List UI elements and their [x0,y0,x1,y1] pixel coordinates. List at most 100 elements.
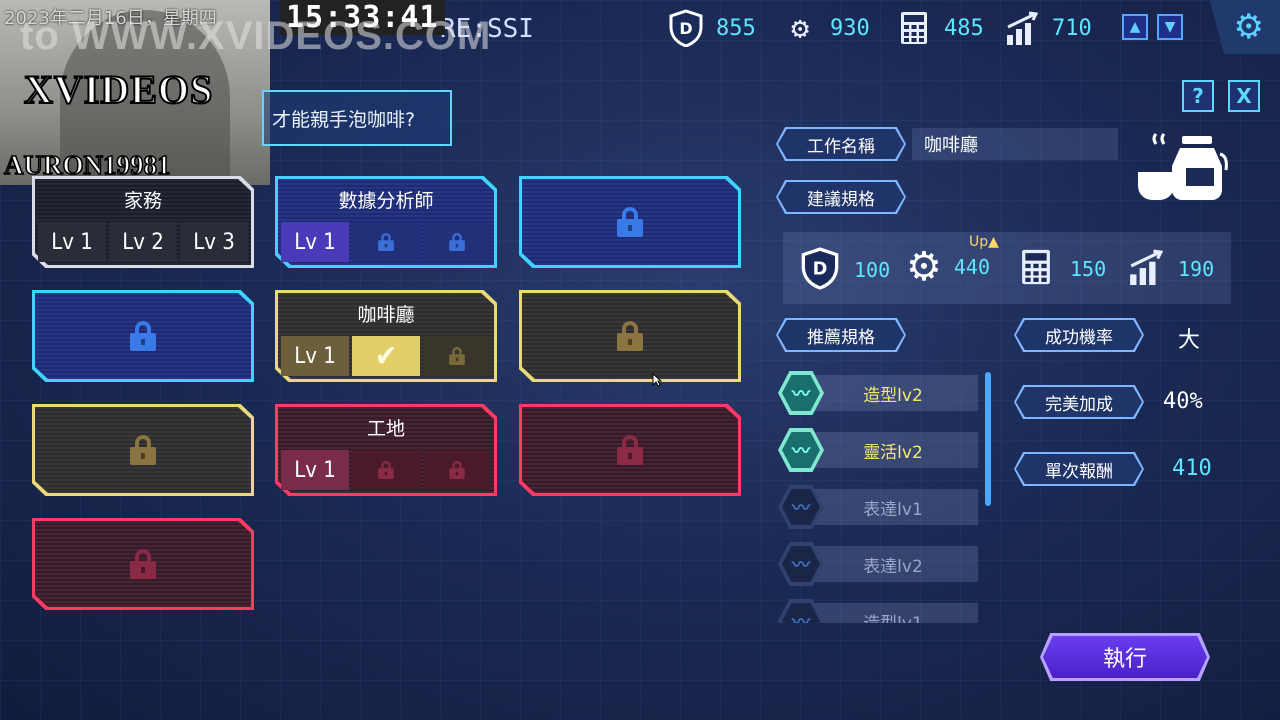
spec-calculator: 150 [1020,248,1106,290]
calculator-icon [1020,248,1052,290]
suggest-spec-tag: 建議規格 [776,180,906,214]
level-button-1[interactable]: Lv 1 [281,222,349,262]
lock-icon [617,321,643,351]
locked-level-2 [352,222,420,262]
locked-level-2 [352,450,420,490]
page-down-button[interactable]: ▼ [1157,14,1183,40]
gear-icon: ⚙ [790,10,810,46]
locked-level-3 [423,450,491,490]
signal-icon [1004,10,1040,46]
success-rate-label: 成功機率 [1016,320,1142,350]
success-rate-value: 大 [1178,328,1201,353]
level-button-1[interactable]: Lv 1 [281,450,349,490]
lock-icon [449,233,465,251]
job-card-construction[interactable]: 工地 Lv 1 [275,404,497,496]
page-up-button[interactable]: ▲ [1122,14,1148,40]
lock-icon [449,347,465,365]
help-button[interactable]: ? [1182,80,1214,112]
question-box: 才能親手泡咖啡? [262,90,452,146]
lock-icon [130,321,156,351]
stat-signal: 710 [1004,10,1092,46]
shield-icon: D [668,9,704,47]
stat-value-calculator: 485 [944,15,984,41]
level-button-3[interactable]: Lv 3 [180,222,248,262]
suggest-spec-label: 建議規格 [778,182,904,212]
skill-list-scrollbar[interactable] [985,372,991,506]
job-card-cafe[interactable]: 咖啡廳 Lv 1 ✔ [275,290,497,382]
execute-label: 執行 [1043,636,1207,678]
stat-gear: ⚙ 930 [782,10,870,46]
lock-icon [449,461,465,479]
single-reward-tag: 單次報酬 [1014,452,1144,486]
job-card-locked [519,404,741,496]
skill-item[interactable]: 表達lv1 〰 [778,485,978,529]
spec-value-signal: 190 [1178,257,1215,281]
lock-icon [617,207,643,237]
calculator-icon [896,10,932,46]
stat-value-signal: 710 [1052,15,1092,41]
spec-value-calculator: 150 [1070,257,1107,281]
spec-gear: ⚙ 440 [906,244,990,290]
job-card-locked [32,290,254,382]
lock-icon [130,549,156,579]
close-button[interactable]: X [1228,80,1260,112]
svg-text:D: D [813,260,828,280]
perfect-bonus-tag: 完美加成 [1014,385,1144,419]
spec-signal: 190 [1128,248,1214,290]
settings-icon: ⚙ [1233,7,1264,47]
skill-label: 靈活lv2 [808,432,978,468]
selected-check-icon[interactable]: ✔ [352,336,420,376]
job-name-tag: 工作名稱 [776,127,906,161]
skill-item[interactable]: 造型lv1 〰 [778,599,978,623]
job-name-value: 咖啡廳 [912,128,1118,160]
watermark-brand: XVIDEOS [23,66,214,113]
execute-button[interactable]: 執行 [1040,633,1210,681]
job-card-title: 數據分析師 [338,189,434,212]
stat-shield: D 855 [668,9,756,47]
level-button-1[interactable]: Lv 1 [281,336,349,376]
single-reward-label: 單次報酬 [1016,454,1142,484]
spec-up-indicator: Up▲ [969,234,999,250]
coffee-icon [1134,132,1230,210]
recommend-spec-label: 推薦規格 [778,320,904,350]
spec-value-shield: 100 [854,258,891,282]
stat-value-shield: 855 [716,15,756,41]
success-rate-tag: 成功機率 [1014,318,1144,352]
spec-shield: D 100 [800,246,890,294]
skill-label: 造型lv1 [808,603,978,623]
level-button-2[interactable]: Lv 2 [109,222,177,262]
skill-item[interactable]: 表達lv2 〰 [778,542,978,586]
job-card-title: 咖啡廳 [357,303,415,326]
lock-icon [378,233,394,251]
signal-icon [1128,248,1164,290]
job-card-housework[interactable]: 家務 Lv 1 Lv 2 Lv 3 [32,176,254,268]
stat-value-gear: 930 [830,15,870,41]
skill-label: 造型lv2 [808,375,978,411]
job-card-locked [32,404,254,496]
perfect-bonus-value: 40% [1163,389,1203,414]
locked-level-3 [423,336,491,376]
watermark-url: to WWW.XVIDEOS.COM [20,14,492,58]
perfect-bonus-label: 完美加成 [1016,387,1142,417]
mouse-cursor-icon [652,372,663,391]
skill-item[interactable]: 造型lv2 〰 [778,371,978,415]
lock-icon [130,435,156,465]
level-button-1[interactable]: Lv 1 [38,222,106,262]
job-card-title: 工地 [366,417,405,440]
job-card-title: 家務 [123,189,162,212]
locked-level-3 [423,222,491,262]
shield-icon: D [800,246,840,294]
lock-icon [617,435,643,465]
gear-icon: ⚙ [906,244,942,290]
spec-value-gear: 440 [953,255,990,279]
svg-text:D: D [679,19,692,38]
skill-label: 表達lv2 [808,546,978,582]
recommend-spec-tag: 推薦規格 [776,318,906,352]
question-text: 才能親手泡咖啡? [272,108,416,131]
lock-icon [378,461,394,479]
job-card-locked [32,518,254,610]
job-card-data-analyst[interactable]: 數據分析師 Lv 1 [275,176,497,268]
stat-calculator: 485 [896,10,984,46]
skill-item[interactable]: 靈活lv2 〰 [778,428,978,472]
skill-label: 表達lv1 [808,489,978,525]
